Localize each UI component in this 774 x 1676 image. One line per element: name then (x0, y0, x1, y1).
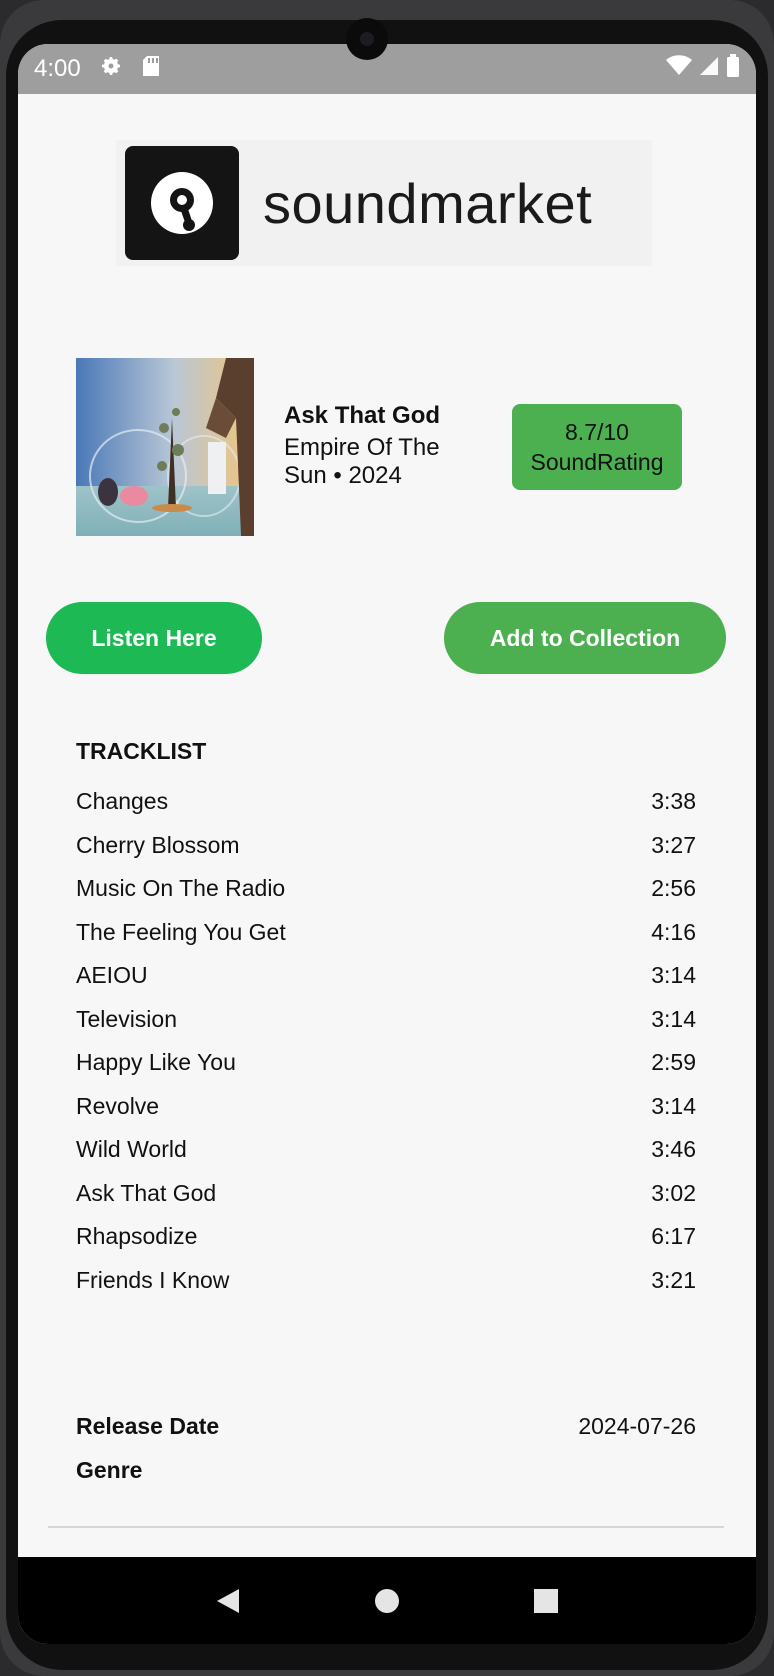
track-duration: 3:14 (651, 1092, 696, 1119)
track-title: Ask That God (76, 1179, 217, 1206)
album-artist-year: Empire Of The Sun • 2024 (284, 434, 440, 489)
track-row[interactable]: Happy Like You 2:59 (76, 1041, 696, 1085)
track-row[interactable]: Television 3:14 (76, 998, 696, 1042)
track-title: Friends I Know (76, 1266, 230, 1293)
genre-row: Genre (76, 1448, 696, 1492)
track-row[interactable]: Changes 3:38 (76, 780, 696, 824)
track-title: AEIOU (76, 962, 148, 989)
rating-value: 8.7/10 (565, 419, 629, 445)
track-duration: 3:14 (651, 962, 696, 989)
track-row[interactable]: Ask That God 3:02 (76, 1172, 696, 1216)
system-nav-bar (18, 1557, 756, 1644)
track-duration: 2:59 (651, 1049, 696, 1076)
track-duration: 6:17 (651, 1223, 696, 1250)
track-row[interactable]: Friends I Know 3:21 (76, 1259, 696, 1303)
album-title: Ask That God (284, 402, 441, 429)
track-duration: 3:27 (651, 831, 696, 858)
app-content: soundmarket Ask That God Empire Of The S… (18, 44, 756, 1644)
tracklist-heading: TRACKLIST (76, 738, 207, 764)
track-row[interactable]: Wild World 3:46 (76, 1128, 696, 1172)
track-title: Cherry Blossom (76, 831, 240, 858)
track-duration: 2:56 (651, 875, 696, 902)
app-logo: soundmarket (116, 140, 652, 266)
track-duration: 3:38 (651, 788, 696, 815)
add-to-collection-button[interactable]: Add to Collection (444, 602, 726, 674)
track-title: Wild World (76, 1136, 187, 1163)
track-duration: 3:21 (651, 1266, 696, 1293)
track-row[interactable]: Cherry Blossom 3:27 (76, 824, 696, 868)
rating-label: SoundRating (530, 449, 664, 475)
vinyl-disc-icon (125, 146, 239, 260)
tracklist: Changes 3:38 Cherry Blossom 3:27 Music On … (76, 780, 696, 1302)
album-details: Release Date 2024-07-26 Genre (76, 1404, 696, 1492)
track-row[interactable]: AEIOU 3:14 (76, 954, 696, 998)
track-row[interactable]: Rhapsodize 6:17 (76, 1215, 696, 1259)
track-title: Changes (76, 788, 169, 815)
track-title: Television (76, 1005, 177, 1032)
recents-icon[interactable] (526, 1581, 566, 1621)
track-row[interactable]: The Feeling You Get 4:16 (76, 911, 696, 955)
release-date-row: Release Date 2024-07-26 (76, 1404, 696, 1448)
sound-rating-badge: 8.7/10 SoundRating (512, 404, 682, 490)
front-camera (346, 18, 388, 60)
logo-text: soundmarket (263, 171, 593, 235)
track-title: Music On The Radio (76, 875, 286, 902)
track-duration: 4:16 (651, 918, 696, 945)
back-icon[interactable] (208, 1581, 248, 1621)
listen-here-button[interactable]: Listen Here (46, 602, 262, 674)
track-duration: 3:14 (651, 1005, 696, 1032)
divider (48, 1526, 724, 1528)
track-title: Happy Like You (76, 1049, 236, 1076)
track-title: Revolve (76, 1092, 160, 1119)
genre-label: Genre (76, 1456, 143, 1483)
release-date-label: Release Date (76, 1412, 220, 1439)
album-cover (76, 358, 254, 536)
release-date-value: 2024-07-26 (578, 1412, 696, 1439)
track-title: Rhapsodize (76, 1223, 198, 1250)
track-title: The Feeling You Get (76, 918, 286, 945)
track-duration: 3:46 (651, 1136, 696, 1163)
track-row[interactable]: Music On The Radio 2:56 (76, 867, 696, 911)
track-row[interactable]: Revolve 3:14 (76, 1085, 696, 1129)
home-icon[interactable] (367, 1581, 407, 1621)
track-duration: 3:02 (651, 1179, 696, 1206)
